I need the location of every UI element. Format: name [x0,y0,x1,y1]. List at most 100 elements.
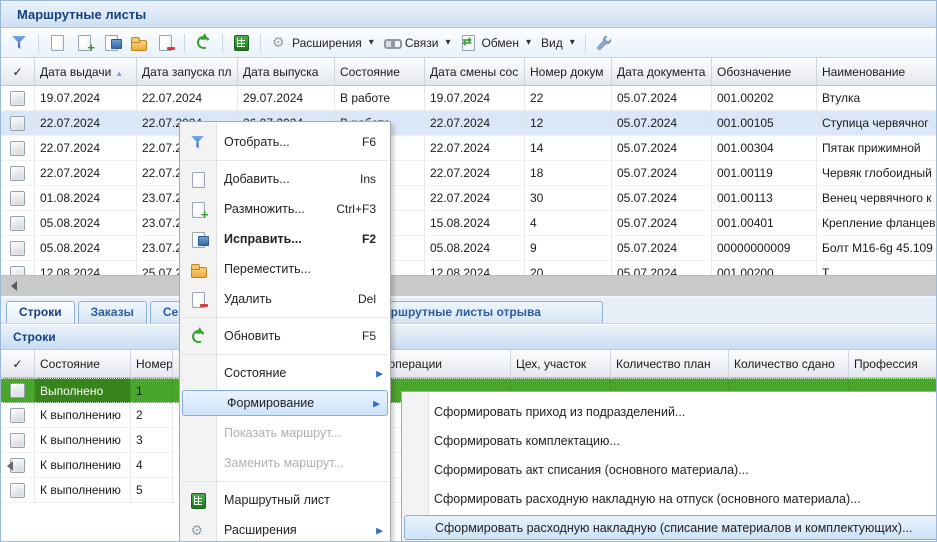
row-checkbox[interactable] [10,408,25,423]
tab-label: Строки [19,305,62,319]
row-checkbox[interactable] [10,483,25,498]
column-header-qty-done[interactable]: Количество сдано [729,350,849,378]
context-menu-item[interactable]: Добавить... Ins [180,164,390,194]
row-checkbox[interactable] [10,141,25,156]
folder-icon [190,261,207,278]
column-header-qty-plan[interactable]: Количество план [611,350,729,378]
edit-button[interactable] [99,32,124,53]
toolbar: Расширения Связи Обмен Вид [1,28,936,58]
bottom-tab[interactable]: Заказы [78,301,147,323]
scroll-left-arrow-icon[interactable] [6,281,17,291]
check-column-header[interactable]: ✓ [1,58,35,86]
settings-wrench-button[interactable] [592,33,616,53]
column-header-state-change-date[interactable]: Дата смены сос [425,58,525,86]
column-header-row-state[interactable]: Состояние [35,350,131,378]
menu-item-label: Добавить... [216,172,360,186]
route-sheet-row[interactable]: 22.07.2024 22.07.2024 22.07.2024 18 05.0… [1,161,936,186]
submenu-item[interactable]: Сформировать акт списания (основного мат… [402,455,937,484]
route-sheet-row[interactable]: 01.08.2024 23.07.2024 22.07.2024 30 05.0… [1,186,936,211]
context-menu-item[interactable]: Показать маршрут... [180,418,390,448]
column-header-issue-date[interactable]: Дата выдачи [35,58,137,86]
move-button[interactable] [126,32,151,53]
row-checkbox[interactable] [10,383,25,398]
context-menu-item[interactable] [180,478,390,485]
row-checkbox[interactable] [10,166,25,181]
menu-item-shortcut: F6 [362,135,376,149]
wrench-icon [596,35,612,51]
rows-section-title: Строки [13,330,56,344]
exchange-dropdown[interactable]: Обмен [456,32,535,53]
context-menu-item[interactable] [180,314,390,321]
context-menu-item[interactable]: Удалить Del [180,284,390,314]
column-header-profession[interactable]: Профессия [849,350,936,378]
links-dropdown[interactable]: Связи [380,32,455,53]
submenu-item[interactable]: Сформировать комплектацию... [402,426,937,455]
context-menu-item[interactable]: Исправить... F2 [180,224,390,254]
cell-issue-date: 22.07.2024 [35,111,137,136]
menu-icon-gutter [180,201,216,218]
sort-ascending-icon [111,65,123,79]
context-menu-item[interactable]: Расширения [180,515,390,542]
menu-icon-gutter [180,231,216,248]
bottom-scroll-left-arrow-icon[interactable] [2,461,13,471]
submenu-item[interactable]: Сформировать расходную накладную на отпу… [402,484,937,513]
horizontal-scrollbar[interactable] [1,275,936,298]
context-menu-item[interactable]: Маршрутный лист [180,485,390,515]
cell-issue-date: 01.08.2024 [35,186,137,211]
page-edit-icon [103,34,120,51]
route-sheet-row[interactable]: 05.08.2024 23.07.2024 05.08.2024 9 05.07… [1,236,936,261]
extensions-dropdown[interactable]: Расширения [267,32,378,53]
filter-button[interactable] [7,32,32,53]
row-checkbox[interactable] [10,266,25,275]
column-header-row-number[interactable]: Номер [131,350,173,378]
bottom-tab[interactable]: Строки [6,301,75,323]
context-menu-item[interactable]: Отобрать... F6 [180,127,390,157]
context-menu-item[interactable]: Обновить F5 [180,321,390,351]
cell-state-change-date: 22.07.2024 [425,161,525,186]
bottom-tab[interactable]: Маршрутные листы отрыва [361,301,603,323]
refresh-button[interactable] [191,32,216,53]
route-sheet-row[interactable]: 22.07.2024 22.07.2024 22.07.2024 14 05.0… [1,136,936,161]
row-checkbox[interactable] [10,216,25,231]
cell-designation: 00000000009 [712,236,817,261]
row-checkbox[interactable] [10,116,25,131]
context-menu-item[interactable] [180,157,390,164]
context-menu-item[interactable]: Размножить... Ctrl+F3 [180,194,390,224]
route-sheet-row[interactable]: 12.08.2024 25.07.2024 12.08.2024 20 05.0… [1,261,936,275]
row-checkbox[interactable] [10,433,25,448]
refresh-icon [190,328,207,345]
context-menu-item[interactable]: Состояние [180,358,390,388]
context-menu-item[interactable]: Формирование [182,390,388,416]
column-header-release-date[interactable]: Дата выпуска [238,58,335,86]
check-column-header[interactable]: ✓ [1,350,35,378]
submenu-item[interactable]: Сформировать расходную накладную (списан… [404,515,937,540]
row-checkbox[interactable] [10,91,25,106]
cell-name: Червяк глобоидный [817,161,936,186]
route-sheet-row[interactable]: 05.08.2024 23.07.2024 15.08.2024 4 05.07… [1,211,936,236]
route-sheet-row[interactable]: 19.07.2024 22.07.2024 29.07.2024 В работ… [1,86,936,111]
context-menu-item[interactable] [180,351,390,358]
excel-export-button[interactable] [229,32,254,53]
row-checkbox[interactable] [10,191,25,206]
context-menu-item[interactable]: Заменить маршрут... [180,448,390,478]
row-checkbox[interactable] [10,241,25,256]
route-sheet-row[interactable]: 22.07.2024 22.07.2024 26.07.2024 В работ… [1,111,936,136]
delete-button[interactable] [153,32,178,53]
view-dropdown[interactable]: Вид [537,34,579,52]
menu-icon-gutter [180,492,216,509]
add-button[interactable] [45,32,70,53]
menu-item-label: Исправить... [216,232,362,246]
duplicate-button[interactable] [72,32,97,53]
submenu-item[interactable]: Сформировать приход из подразделений... [402,397,937,426]
column-header-doc-number[interactable]: Номер докум [525,58,612,86]
column-header-shop-area[interactable]: Цех, участок [511,350,611,378]
column-header-designation[interactable]: Обозначение [712,58,817,86]
cell-state-change-date: 19.07.2024 [425,86,525,111]
context-menu-item[interactable]: Переместить... [180,254,390,284]
column-header-state[interactable]: Состояние [335,58,425,86]
column-header-start-date[interactable]: Дата запуска пл [137,58,238,86]
column-header-doc-date[interactable]: Дата документа [612,58,712,86]
menu-item-shortcut: F5 [362,329,376,343]
column-header-name[interactable]: Наименование [817,58,936,86]
cell-issue-date: 22.07.2024 [35,136,137,161]
